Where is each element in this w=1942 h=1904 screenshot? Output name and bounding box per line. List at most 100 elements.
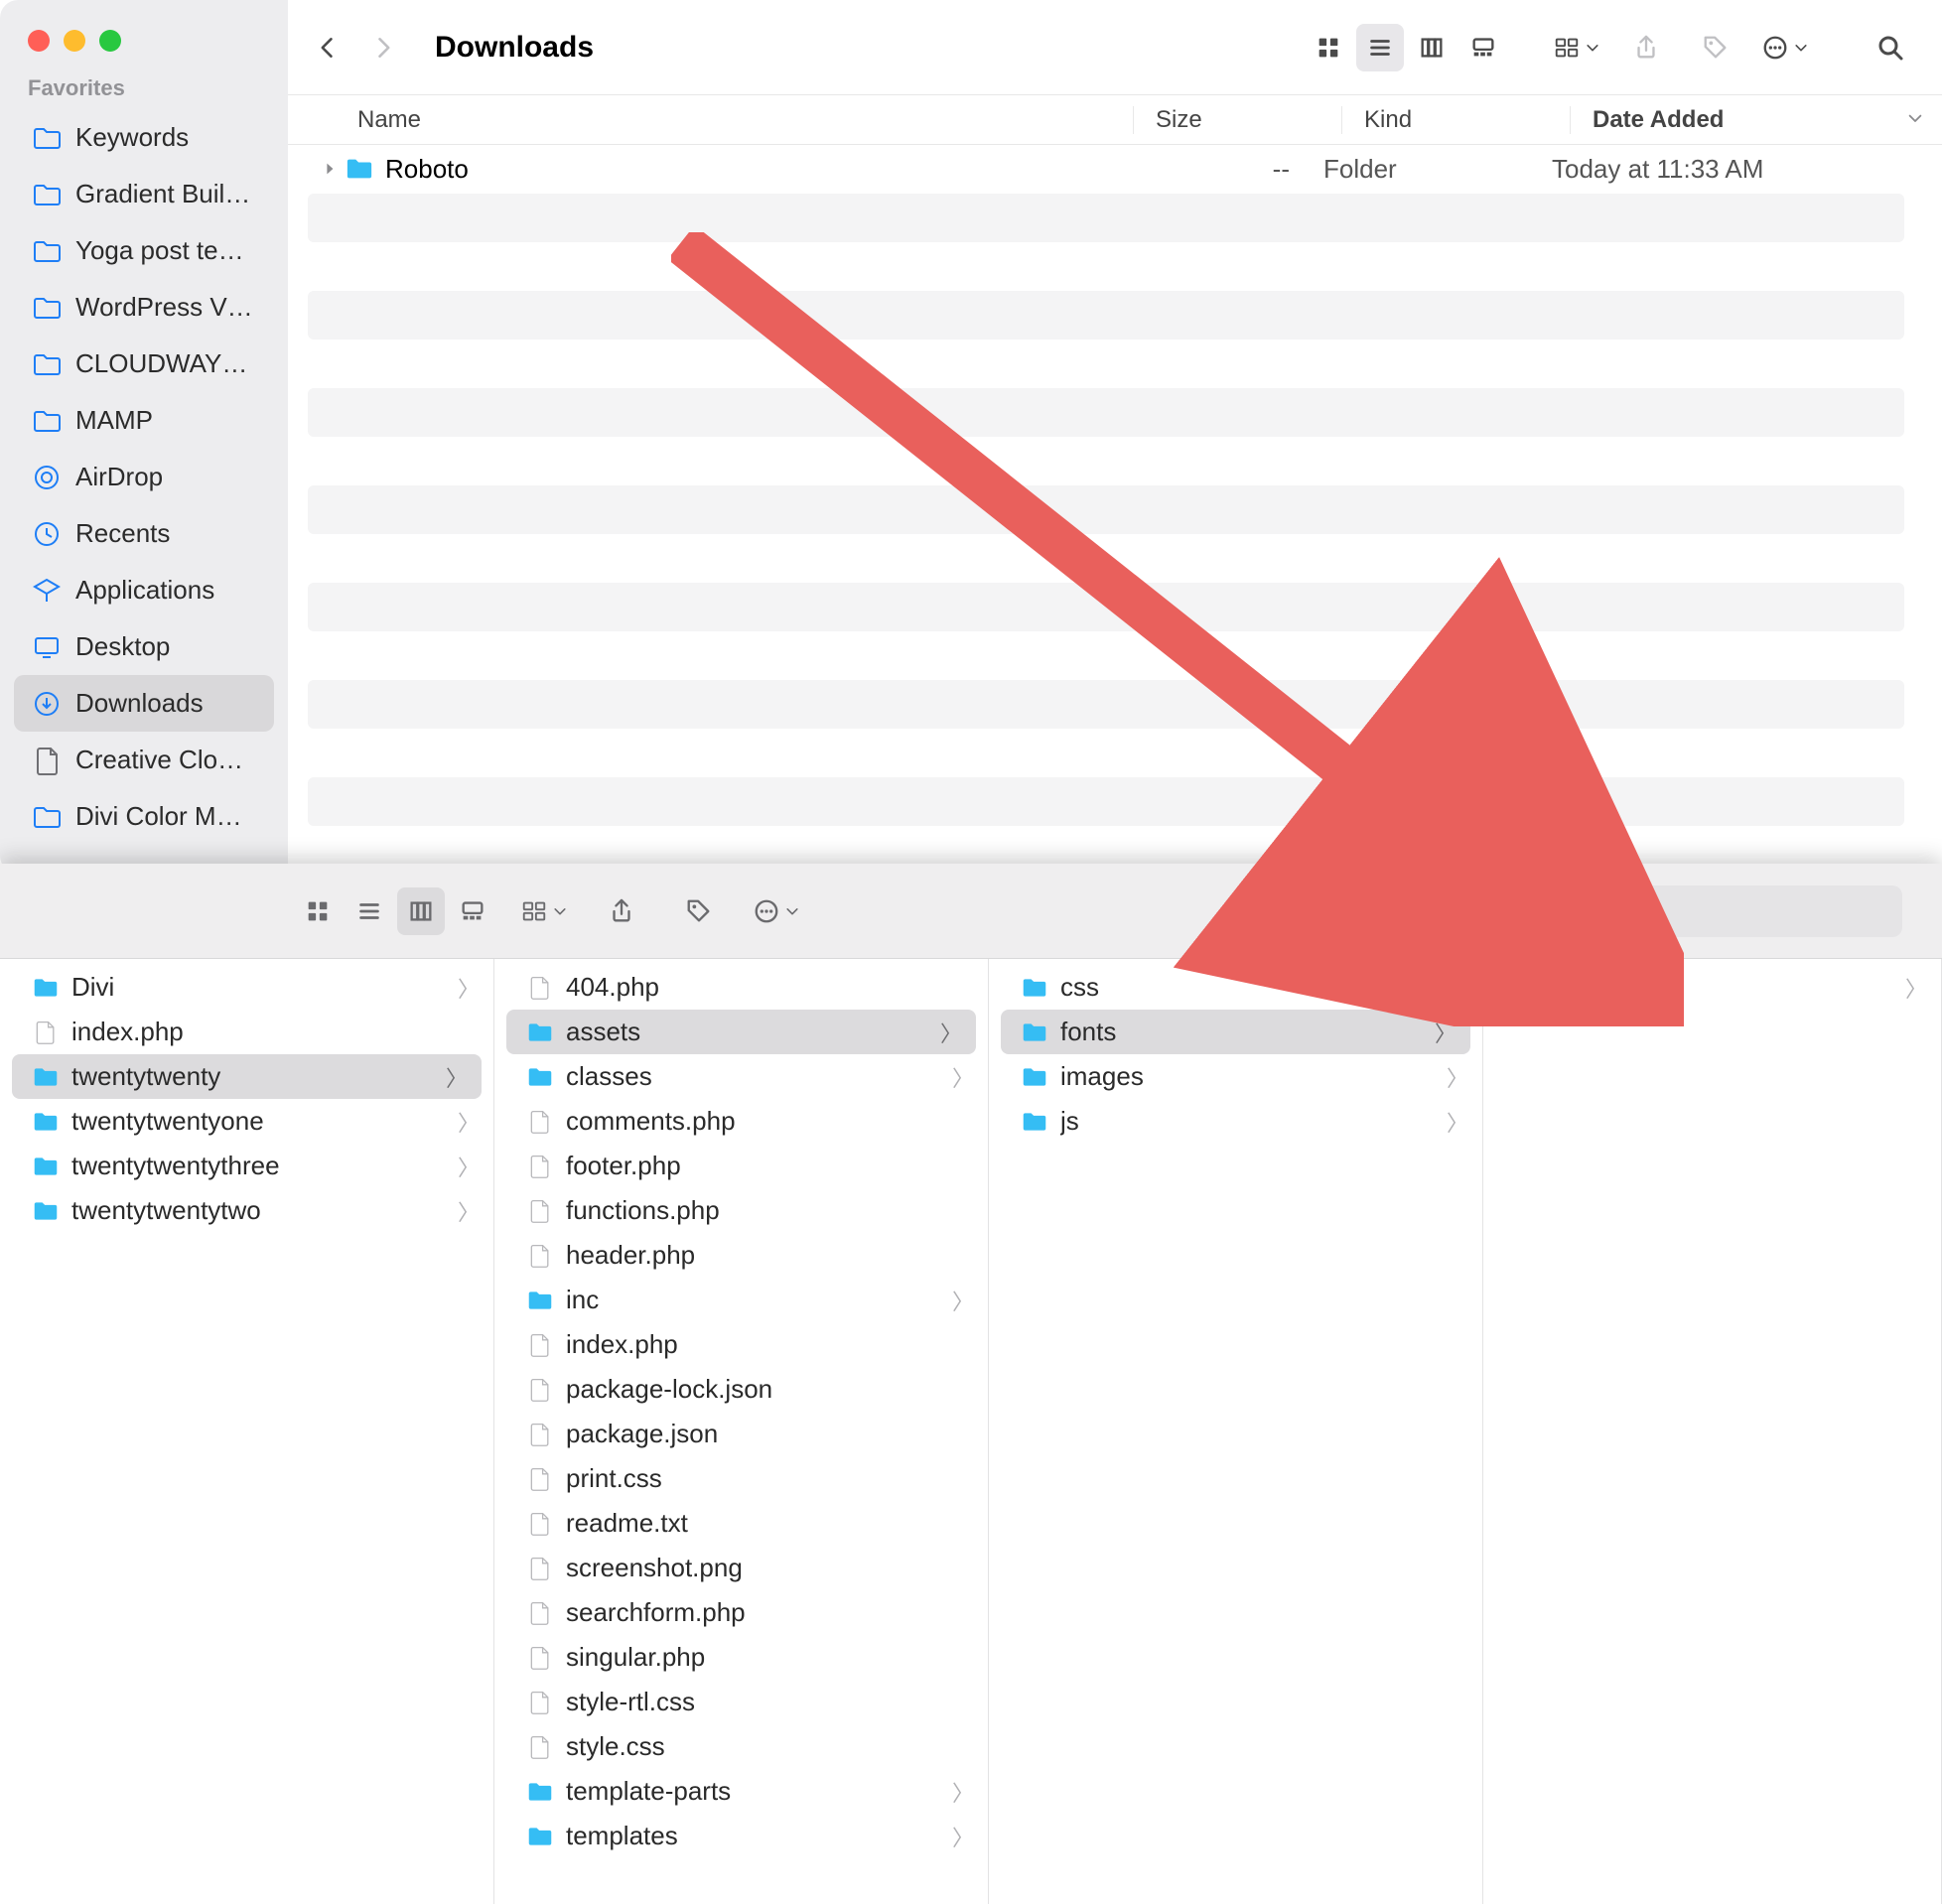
file-icon bbox=[526, 1153, 554, 1180]
group-by-button[interactable] bbox=[1553, 24, 1600, 71]
column-item[interactable]: 404.php bbox=[494, 965, 988, 1010]
tags-button[interactable] bbox=[1692, 24, 1739, 71]
group-by-button[interactable] bbox=[520, 887, 568, 935]
column-item[interactable]: style.css bbox=[494, 1724, 988, 1769]
sidebar-item-cloudway-[interactable]: CLOUDWAY… bbox=[0, 336, 288, 392]
column-item[interactable]: twentytwentytwo〉 bbox=[0, 1188, 493, 1233]
column-item[interactable]: style-rtl.css bbox=[494, 1680, 988, 1724]
column-item[interactable]: css〉 bbox=[989, 965, 1482, 1010]
disclosure-triangle-icon[interactable] bbox=[322, 154, 346, 185]
column-item[interactable]: readme.txt bbox=[494, 1501, 988, 1546]
view-icons-button[interactable] bbox=[1305, 24, 1352, 71]
column-item[interactable]: functions.php bbox=[494, 1188, 988, 1233]
file-icon bbox=[526, 1108, 554, 1136]
item-label: inc bbox=[566, 1285, 940, 1315]
column-item[interactable]: index.php bbox=[0, 1010, 493, 1054]
column-item[interactable]: templates〉 bbox=[494, 1814, 988, 1858]
tags-button[interactable] bbox=[675, 887, 723, 935]
column-item[interactable]: twentytwenty〉 bbox=[12, 1054, 482, 1099]
column-browser: Divi〉 index.php twentytwenty〉twentytwentyo… bbox=[0, 959, 1942, 1904]
sidebar-item-divi-color-m-[interactable]: Divi Color M… bbox=[0, 788, 288, 845]
column-header-name[interactable]: Name bbox=[357, 106, 1133, 134]
file-icon bbox=[526, 1689, 554, 1716]
close-window-button[interactable] bbox=[28, 30, 50, 52]
view-gallery-button[interactable] bbox=[1459, 24, 1507, 71]
file-row[interactable]: Roboto -- Folder Today at 11:33 AM bbox=[288, 145, 1924, 194]
sidebar-item-keywords[interactable]: Keywords bbox=[0, 109, 288, 166]
sidebar-item-applications[interactable]: Applications bbox=[0, 562, 288, 618]
column-item[interactable]: footer.php bbox=[494, 1144, 988, 1188]
sidebar-item-creative-clo-[interactable]: Creative Clo… bbox=[0, 732, 288, 788]
column-item[interactable]: inc 〉 bbox=[494, 1278, 988, 1322]
column-item[interactable]: Divi〉 bbox=[0, 965, 493, 1010]
column-item[interactable]: twentytwentythree〉 bbox=[0, 1144, 493, 1188]
sidebar-item-gradient-buil-[interactable]: Gradient Buil… bbox=[0, 166, 288, 222]
column-item[interactable]: classes〉 bbox=[494, 1054, 988, 1099]
sidebar-item-label: Creative Clo… bbox=[75, 745, 243, 775]
column-item[interactable]: assets〉 bbox=[506, 1010, 976, 1054]
column-item[interactable]: header.php bbox=[494, 1233, 988, 1278]
sidebar-item-wordpress-v-[interactable]: WordPress V… bbox=[0, 279, 288, 336]
column-item[interactable]: package.json bbox=[494, 1412, 988, 1456]
chevron-right-icon: 〉 bbox=[458, 972, 480, 1004]
column-item[interactable]: index.php bbox=[494, 1322, 988, 1367]
file-name: Roboto bbox=[385, 154, 1115, 185]
sidebar-item-recents[interactable]: Recents bbox=[0, 505, 288, 562]
sidebar-item-mamp[interactable]: MAMP bbox=[0, 392, 288, 449]
chevron-right-icon: 〉 bbox=[952, 1285, 974, 1316]
view-list-button[interactable] bbox=[1356, 24, 1404, 71]
column-item[interactable]: singular.php bbox=[494, 1635, 988, 1680]
column-item[interactable]: print.css bbox=[494, 1456, 988, 1501]
toolbar: Downloads bbox=[288, 0, 1942, 95]
folder-icon bbox=[1021, 1108, 1048, 1136]
column-header-date-added[interactable]: Date Added bbox=[1570, 106, 1942, 134]
folder-icon bbox=[526, 1287, 554, 1314]
minimize-window-button[interactable] bbox=[64, 30, 85, 52]
column-item[interactable]: comments.php bbox=[494, 1099, 988, 1144]
share-button[interactable] bbox=[1622, 24, 1670, 71]
item-label: index.php bbox=[71, 1017, 480, 1047]
more-actions-button[interactable] bbox=[1761, 24, 1809, 71]
view-list-button[interactable] bbox=[346, 887, 393, 935]
column-item[interactable]: twentytwentyone〉 bbox=[0, 1099, 493, 1144]
folder-icon bbox=[526, 1823, 554, 1850]
sidebar-item-downloads[interactable]: Downloads bbox=[14, 675, 274, 732]
item-label: singular.php bbox=[566, 1642, 974, 1673]
main-pane: Downloads Name Size Kind Date Added bbox=[288, 0, 1942, 874]
fullscreen-window-button[interactable] bbox=[99, 30, 121, 52]
view-columns-button[interactable] bbox=[1408, 24, 1456, 71]
folder-icon bbox=[1021, 974, 1048, 1002]
column-item[interactable]: package-lock.json bbox=[494, 1367, 988, 1412]
column-item[interactable]: js〉 bbox=[989, 1099, 1482, 1144]
chevron-down-icon bbox=[1906, 106, 1924, 134]
sidebar-item-yoga-post-te-[interactable]: Yoga post te… bbox=[0, 222, 288, 279]
column-item[interactable]: inter〉 bbox=[1483, 965, 1941, 1010]
file-icon bbox=[526, 1465, 554, 1493]
view-columns-button[interactable] bbox=[397, 887, 445, 935]
column-item[interactable]: images〉 bbox=[989, 1054, 1482, 1099]
column-header-size[interactable]: Size bbox=[1133, 106, 1341, 134]
back-button[interactable] bbox=[304, 24, 351, 71]
column-item[interactable]: screenshot.png bbox=[494, 1546, 988, 1590]
column-item[interactable]: fonts〉 bbox=[1001, 1010, 1470, 1054]
column-item[interactable]: searchform.php bbox=[494, 1590, 988, 1635]
airdrop-icon bbox=[32, 463, 62, 492]
more-actions-button[interactable] bbox=[753, 887, 800, 935]
item-label: header.php bbox=[566, 1240, 974, 1271]
search-input[interactable] bbox=[1535, 895, 1886, 926]
column-item[interactable]: template-parts〉 bbox=[494, 1769, 988, 1814]
search-field[interactable] bbox=[1485, 885, 1902, 937]
column-header-kind[interactable]: Kind bbox=[1341, 106, 1570, 134]
view-gallery-button[interactable] bbox=[449, 887, 496, 935]
chevron-right-icon: 〉 bbox=[1905, 972, 1927, 1004]
sidebar-item-airdrop[interactable]: AirDrop bbox=[0, 449, 288, 505]
share-button[interactable] bbox=[598, 887, 645, 935]
chevron-right-icon: 〉 bbox=[940, 1017, 962, 1048]
toolbar bbox=[0, 864, 1942, 959]
window-title: Downloads bbox=[435, 31, 594, 65]
item-label: searchform.php bbox=[566, 1597, 974, 1628]
search-button[interactable] bbox=[1867, 24, 1914, 71]
sidebar-item-desktop[interactable]: Desktop bbox=[0, 618, 288, 675]
forward-button[interactable] bbox=[359, 24, 407, 71]
view-icons-button[interactable] bbox=[294, 887, 342, 935]
